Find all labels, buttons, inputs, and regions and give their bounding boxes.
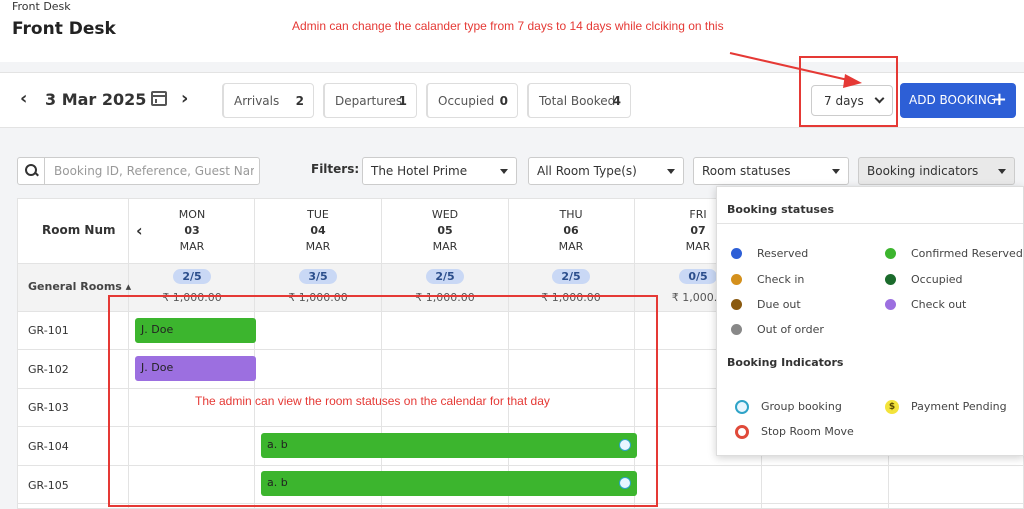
status-dot-icon [731,248,742,259]
booking-indicators-select-value: Booking indicators [867,164,979,178]
occupancy-badge: 2/5 [552,269,590,284]
room-group-general[interactable]: General Rooms ▴ [28,280,131,293]
day-number: 04 [310,224,326,237]
day-month: MAR [558,240,584,253]
day-month: MAR [305,240,331,253]
day-number: 03 [184,224,200,237]
booking-indicators-title: Booking Indicators [727,356,844,369]
dollar-icon: $ [885,400,899,414]
status-dot-icon [885,248,896,259]
status-dot-icon [885,274,896,285]
stop-icon [735,425,749,439]
room-label: GR-102 [28,363,69,376]
caret-down-icon [998,169,1006,174]
search-input[interactable]: Booking ID, Reference, Guest Name or [17,157,260,185]
group-icon [735,400,749,414]
room-group-label: General Rooms [28,280,122,293]
day-header: WED 05 MAR [382,207,508,255]
indicator-label: Stop Room Move [761,425,854,438]
filters-label: Filters: [311,162,360,176]
occupancy-badge: 2/5 [173,269,211,284]
occupancy-badge: 3/5 [299,269,337,284]
legend-label: Confirmed Reserved [911,247,1023,260]
hotel-select-value: The Hotel Prime [371,164,468,178]
day-number: 05 [437,224,453,237]
caret-down-icon [832,169,840,174]
day-month: MAR [432,240,458,253]
search-icon [18,158,45,184]
hotel-select[interactable]: The Hotel Prime [362,157,517,185]
booking-statuses-title: Booking statuses [727,203,834,216]
indicator-label: Payment Pending [911,400,1007,413]
day-dow: MON [178,208,206,221]
divider [717,223,1023,224]
indicator-label: Group booking [761,400,842,413]
legend-label: Reserved [757,247,809,260]
legend-label: Due out [757,298,801,311]
booking-indicators-dropdown: Booking statuses Reserved Confirmed Rese… [716,186,1024,456]
day-dow: TUE [307,208,329,221]
status-dot-icon [731,324,742,335]
legend-label: Check out [911,298,967,311]
room-status-select-value: Room statuses [702,164,791,178]
day-number: 06 [563,224,579,237]
room-num-header: Room Num [42,223,116,237]
search-placeholder: Booking ID, Reference, Guest Name or [54,164,254,178]
legend-label: Check in [757,273,805,286]
room-label: GR-105 [28,479,69,492]
day-header: MON 03 MAR [129,207,255,255]
caret-down-icon [500,169,508,174]
day-header: THU 06 MAR [508,207,634,255]
status-dot-icon [731,299,742,310]
occupancy-badge: 2/5 [426,269,464,284]
room-type-select[interactable]: All Room Type(s) [528,157,684,185]
annotation-calendar-note: The admin can view the room statuses on … [195,394,550,408]
legend-label: Occupied [911,273,963,286]
room-label: GR-101 [28,324,69,337]
room-label: GR-104 [28,440,69,453]
status-dot-icon [731,274,742,285]
room-type-select-value: All Room Type(s) [537,164,637,178]
day-dow: WED [431,208,459,221]
day-header: TUE 04 MAR [255,207,381,255]
legend-label: Out of order [757,323,824,336]
occupancy-badge: 0/5 [679,269,717,284]
day-month: MAR [179,240,205,253]
status-dot-icon [885,299,896,310]
caret-down-icon [667,169,675,174]
booking-indicators-select[interactable]: Booking indicators [858,157,1015,185]
room-status-select[interactable]: Room statuses [693,157,849,185]
room-label: GR-103 [28,401,69,414]
day-dow: THU [559,208,583,221]
